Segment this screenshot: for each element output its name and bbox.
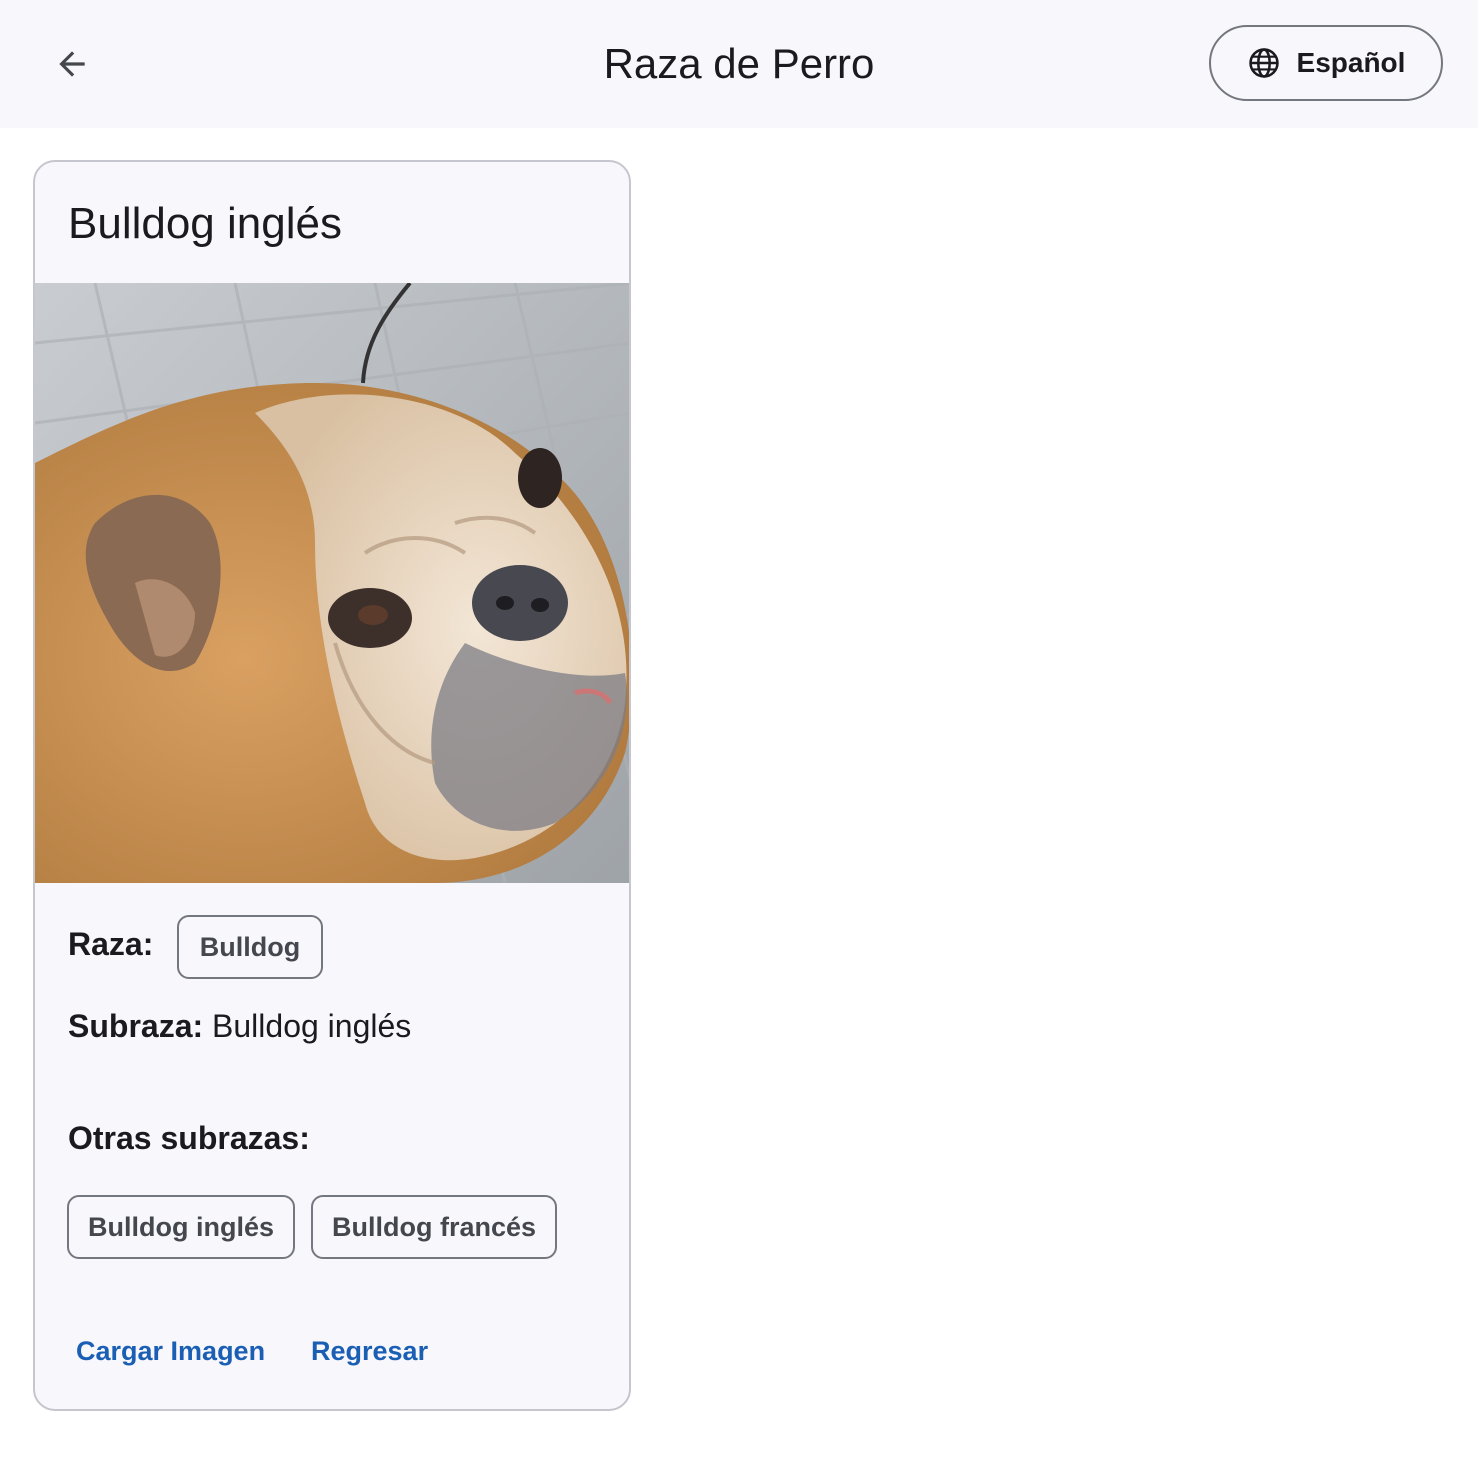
breed-card: Bulldog inglés Raza: Bulldog Subraza: Bu…	[33, 160, 631, 1411]
subraza-value: Bulldog inglés	[212, 1008, 412, 1044]
subraza-label: Subraza:	[68, 1008, 204, 1044]
app-bar: Raza de Perro Español	[0, 0, 1478, 128]
raza-label: Raza:	[68, 926, 154, 962]
card-title: Bulldog inglés	[68, 199, 342, 248]
language-label: Español	[1296, 47, 1406, 78]
upload-image-button[interactable]: Cargar Imagen	[76, 1336, 265, 1367]
raza-chip[interactable]: Bulldog	[177, 915, 323, 979]
back-text-button[interactable]: Regresar	[311, 1336, 428, 1367]
globe-icon	[1247, 46, 1281, 80]
subbreed-chip-bulldog-frances[interactable]: Bulldog francés	[311, 1195, 557, 1259]
dog-photo	[35, 283, 629, 883]
subraza-row: Subraza: Bulldog inglés	[68, 1008, 411, 1045]
subbreed-chip-bulldog-ingles[interactable]: Bulldog inglés	[67, 1195, 295, 1259]
language-button[interactable]: Español	[1209, 25, 1443, 101]
otras-subrazas-label: Otras subrazas:	[68, 1120, 310, 1156]
